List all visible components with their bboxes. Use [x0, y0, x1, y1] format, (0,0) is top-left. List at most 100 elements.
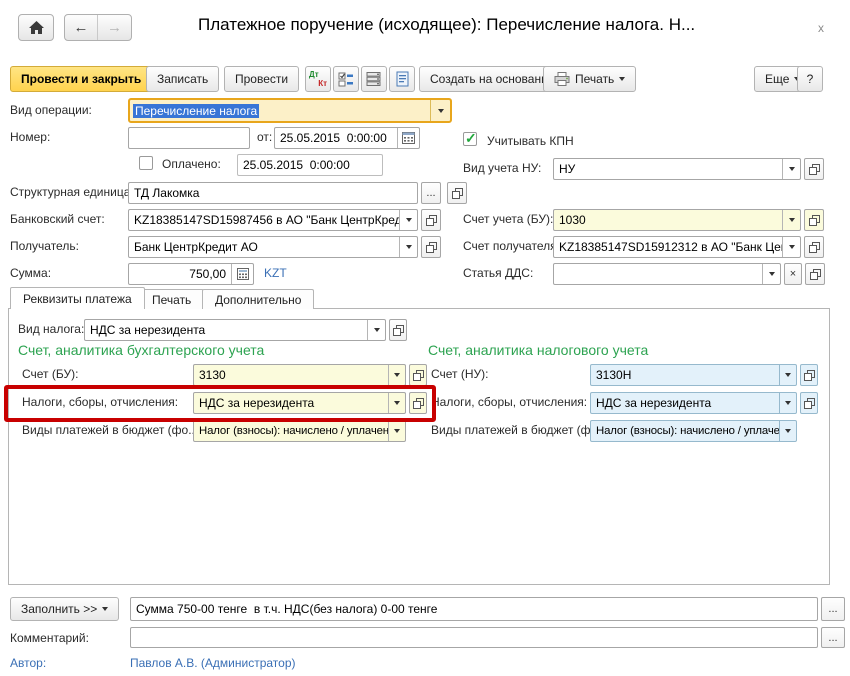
show-postings-button[interactable]: ДтКт — [305, 66, 331, 92]
date-input[interactable]: 25.05.2015 0:00:00 — [274, 127, 420, 149]
purpose-expand-button[interactable]: ... — [821, 597, 845, 621]
dds-open-button[interactable] — [805, 263, 825, 285]
dropdown-arrow[interactable] — [367, 320, 385, 340]
nu-account-select[interactable]: 3130Н — [590, 364, 797, 386]
annotation-red-box — [4, 385, 436, 422]
dds-select[interactable] — [553, 263, 781, 285]
tab-print[interactable]: Печать — [139, 289, 204, 309]
dropdown-arrow[interactable] — [779, 393, 796, 413]
dropdown-arrow[interactable] — [399, 210, 417, 230]
dropdown-arrow[interactable] — [399, 237, 417, 257]
calendar-icon — [402, 132, 415, 144]
checklist-icon — [338, 71, 354, 87]
unit-input[interactable]: ТД Лакомка — [128, 182, 418, 204]
nu-account-open-button[interactable] — [800, 364, 818, 386]
comment-label: Комментарий: — [10, 631, 89, 645]
payment-purpose-input[interactable]: Сумма 750-00 тенге в т.ч. НДС(без налога… — [130, 597, 818, 621]
author-label: Автор: — [10, 656, 46, 670]
post-and-close-button[interactable]: Провести и закрыть — [10, 66, 152, 92]
post-button[interactable]: Провести — [224, 66, 299, 92]
dropdown-arrow[interactable] — [782, 159, 800, 179]
home-icon — [29, 21, 44, 35]
operation-value: Перечисление налога — [133, 104, 259, 118]
comment-input[interactable] — [130, 627, 818, 648]
nu-section-heading: Счет, аналитика налогового учета — [428, 342, 648, 358]
bank-account-select[interactable]: KZ18385147SD15987456 в АО "Банк ЦентрКре… — [128, 209, 418, 231]
currency-link[interactable]: KZT — [264, 266, 287, 280]
list-rows-icon — [366, 71, 382, 87]
fill-button[interactable]: Заполнить >> — [10, 597, 119, 621]
print-button[interactable]: Печать — [543, 66, 636, 92]
document-icon — [395, 71, 410, 87]
unit-choose-button[interactable]: ... — [421, 182, 441, 204]
recipient-account-select[interactable]: KZ18385147SD15912312 в АО "Банк ЦентрК — [553, 236, 801, 258]
tab-additional[interactable]: Дополнительно — [202, 289, 314, 309]
nu-kind-label: Вид учета НУ: — [463, 161, 541, 175]
open-icon — [809, 215, 820, 226]
forward-button[interactable]: → — [98, 15, 131, 40]
dropdown-arrow[interactable] — [779, 365, 796, 385]
calendar-button[interactable] — [397, 128, 419, 148]
open-icon — [393, 325, 404, 336]
save-button[interactable]: Записать — [146, 66, 219, 92]
bu-account-select[interactable]: 3130 — [193, 364, 406, 386]
open-icon — [810, 269, 821, 280]
operation-label: Вид операции: — [10, 103, 92, 117]
number-input[interactable] — [128, 127, 250, 149]
dropdown-arrow[interactable] — [779, 421, 796, 441]
dds-clear-button[interactable]: × — [784, 263, 802, 285]
nu-account-label: Счет (НУ): — [431, 367, 489, 381]
recipient-open-button[interactable] — [421, 236, 441, 258]
dropdown-arrow[interactable] — [388, 421, 405, 441]
author-value[interactable]: Павлов А.В. (Администратор) — [130, 656, 296, 670]
document-journal-button[interactable] — [389, 66, 415, 92]
open-icon — [809, 164, 820, 175]
tax-kind-open-button[interactable] — [389, 319, 407, 341]
history-nav-group: ← → — [64, 14, 132, 41]
kpn-label: Учитывать КПН — [487, 134, 574, 148]
nu-kind-select[interactable]: НУ — [553, 158, 801, 180]
bank-account-open-button[interactable] — [421, 209, 441, 231]
unit-open-button[interactable] — [447, 182, 467, 204]
recipient-select[interactable]: Банк ЦентрКредит АО — [128, 236, 418, 258]
operation-select[interactable]: Перечисление налога — [128, 98, 452, 123]
nu-budget-select[interactable]: Налог (взносы): начислено / уплачено — [590, 420, 797, 442]
recipient-label: Получатель: — [10, 239, 79, 253]
dds-label: Статья ДДС: — [463, 266, 533, 280]
nu-taxes-select[interactable]: НДС за нерезидента — [590, 392, 797, 414]
dropdown-arrow[interactable] — [430, 100, 450, 121]
open-icon — [804, 370, 815, 381]
document-structure-button[interactable] — [333, 66, 359, 92]
help-button[interactable]: ? — [797, 66, 823, 92]
dropdown-arrow[interactable] — [782, 237, 800, 257]
page-title: Платежное поручение (исходящее): Перечис… — [198, 15, 810, 35]
account-bu-open-button[interactable] — [804, 209, 824, 231]
amount-input[interactable]: 750,00 — [128, 263, 254, 285]
bank-account-label: Банковский счет: — [10, 212, 105, 226]
account-bu-select[interactable]: 1030 — [553, 209, 801, 231]
paid-date-input[interactable]: 25.05.2015 0:00:00 — [237, 154, 383, 176]
close-icon[interactable]: x — [818, 21, 824, 35]
recipient-account-open-button[interactable] — [804, 236, 824, 258]
bu-budget-select[interactable]: Налог (взносы): начислено / уплачено — [193, 420, 406, 442]
kpn-checkbox[interactable] — [463, 132, 477, 146]
dropdown-arrow[interactable] — [388, 365, 405, 385]
tab-payment-details[interactable]: Реквизиты платежа — [10, 287, 145, 309]
tax-kind-select[interactable]: НДС за нерезидента — [84, 319, 386, 341]
paid-checkbox[interactable] — [139, 156, 153, 170]
open-icon — [452, 188, 463, 199]
calculator-button[interactable] — [231, 264, 253, 284]
home-button[interactable] — [18, 14, 54, 41]
open-icon — [426, 242, 437, 253]
nu-taxes-open-button[interactable] — [800, 392, 818, 414]
bu-account-open-button[interactable] — [409, 364, 427, 386]
back-button[interactable]: ← — [65, 15, 98, 40]
register-records-button[interactable] — [361, 66, 387, 92]
dropdown-arrow[interactable] — [762, 264, 780, 284]
unit-label: Структурная единица: — [10, 185, 134, 199]
comment-expand-button[interactable]: ... — [821, 627, 845, 648]
open-icon — [413, 370, 424, 381]
account-bu-label: Счет учета (БУ): — [463, 212, 553, 226]
nu-kind-open-button[interactable] — [804, 158, 824, 180]
dropdown-arrow[interactable] — [782, 210, 800, 230]
